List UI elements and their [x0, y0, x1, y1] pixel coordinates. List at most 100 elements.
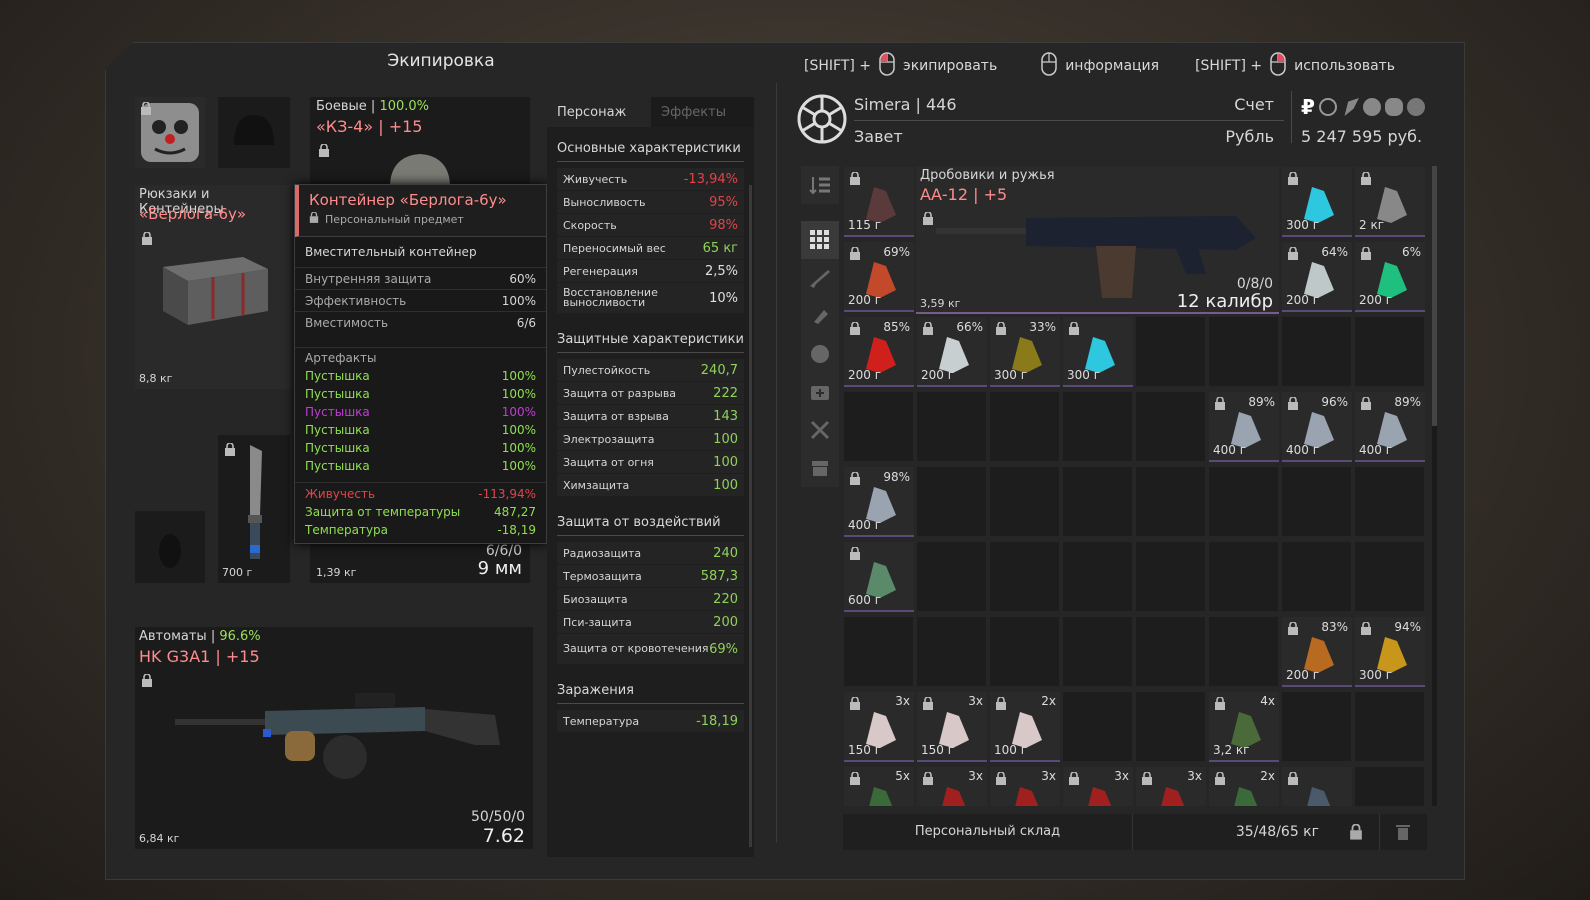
inventory-item[interactable]: 100 г 2x — [990, 692, 1060, 762]
inventory-item[interactable]: 2 кг — [1355, 167, 1425, 237]
grid-cell[interactable] — [916, 616, 987, 687]
grid-cell[interactable] — [1062, 616, 1133, 687]
grid-scrollbar-track[interactable] — [1432, 166, 1437, 806]
inventory-item[interactable]: 5x — [844, 767, 914, 806]
mask-slot[interactable] — [135, 97, 205, 168]
grid-cell[interactable] — [1208, 541, 1279, 612]
stat-row: Пси-защита 200 — [557, 611, 744, 633]
stat-value: 100% — [501, 405, 536, 419]
inventory-item[interactable]: 200 г 66% — [917, 317, 987, 387]
tooltip-artifacts: Пустышка 100% Пустышка 100% Пустышка 100% Пуст… — [295, 367, 546, 475]
rifle-caliber: 7.62 — [482, 825, 525, 847]
grid-cell[interactable] — [843, 391, 914, 462]
inventory-item[interactable]: 3,2 кг 4x — [1209, 692, 1279, 762]
stat-row: Восстановление выносливости 10% — [557, 283, 744, 313]
grid-scrollbar-thumb[interactable] — [1432, 166, 1437, 426]
armor-slot[interactable]: Боевые | 100.0% «КЗ-4» | +15 — [310, 97, 530, 185]
grid-cell[interactable] — [916, 391, 987, 462]
inventory-item[interactable]: 300 г 33% — [990, 317, 1060, 387]
grid-cell[interactable] — [1062, 691, 1133, 762]
inventory-item[interactable]: 300 г — [1063, 317, 1133, 387]
grid-cell[interactable] — [989, 391, 1060, 462]
grid-cell[interactable] — [1208, 466, 1279, 537]
inventory-item[interactable]: 200 г 64% — [1282, 242, 1352, 312]
rifle-slot[interactable]: Автоматы | 96.6% HK G3A1 | +15 50/50/0 7… — [135, 627, 533, 849]
inventory-item[interactable]: 600 г — [844, 542, 914, 612]
item-condition: 66% — [956, 320, 983, 334]
stats-scrollbar[interactable] — [749, 185, 752, 847]
inventory-item[interactable]: 200 г 69% — [844, 242, 914, 312]
grid-cell[interactable] — [1135, 466, 1206, 537]
inventory-item[interactable]: 200 г 85% — [844, 317, 914, 387]
grid-cell[interactable] — [1354, 541, 1425, 612]
grid-cell[interactable] — [1354, 466, 1425, 537]
grid-cell[interactable] — [1135, 691, 1206, 762]
grid-cell[interactable] — [1281, 316, 1352, 387]
inventory-item[interactable]: 150 г 3x — [917, 692, 987, 762]
inventory-item[interactable]: 400 г 89% — [1209, 392, 1279, 462]
grid-cell[interactable] — [989, 466, 1060, 537]
grid-cell[interactable] — [1062, 391, 1133, 462]
inventory-item[interactable]: 400 г 89% — [1355, 392, 1425, 462]
artifact-filter-icon[interactable] — [801, 335, 839, 373]
grid-cell[interactable] — [1135, 316, 1206, 387]
grid-cell[interactable] — [843, 616, 914, 687]
inventory-item[interactable]: 400 г 98% — [844, 467, 914, 537]
grid-cell[interactable] — [1062, 466, 1133, 537]
inventory-item[interactable] — [1282, 767, 1352, 806]
inventory-item[interactable]: 200 г 6% — [1355, 242, 1425, 312]
grenade-slot[interactable] — [135, 511, 205, 583]
stat-row: Пустышка 100% — [295, 439, 546, 457]
inventory-item[interactable]: 3x — [990, 767, 1060, 806]
grid-cell[interactable] — [1208, 616, 1279, 687]
grid-cell[interactable] — [916, 466, 987, 537]
tools-filter-icon[interactable] — [801, 411, 839, 449]
grid-cell[interactable] — [989, 541, 1060, 612]
misc-filter-icon[interactable] — [801, 449, 839, 487]
grid-cell[interactable] — [1135, 541, 1206, 612]
inventory-item[interactable]: 2x — [1209, 767, 1279, 806]
inventory-item[interactable]: 400 г 96% — [1282, 392, 1352, 462]
crystal-currency-icon[interactable] — [1384, 98, 1403, 116]
inventory-item[interactable]: 115 г — [844, 167, 914, 237]
lock-toggle-icon[interactable] — [1333, 824, 1379, 840]
grid-cell[interactable] — [1354, 316, 1425, 387]
grid-cell[interactable] — [916, 541, 987, 612]
medkit-filter-icon[interactable] — [801, 373, 839, 411]
inventory-item[interactable]: 300 г 94% — [1355, 617, 1425, 687]
grid-cell[interactable] — [1062, 541, 1133, 612]
grid-cell[interactable] — [1354, 691, 1425, 762]
container-slot[interactable]: Рюкзаки и Контейнеры «Берлога-6у» 8,8 кг — [135, 185, 293, 389]
knife-slot[interactable]: 700 г — [218, 435, 290, 583]
weapons-filter-icon[interactable] — [801, 259, 839, 297]
grid-cell[interactable] — [1281, 541, 1352, 612]
sort-icon[interactable] — [801, 166, 839, 204]
grid-cell[interactable] — [1354, 766, 1425, 806]
grid-cell[interactable] — [989, 616, 1060, 687]
grid-cell[interactable] — [1208, 316, 1279, 387]
leaf-currency-icon[interactable] — [1344, 98, 1359, 116]
gear-currency-icon[interactable] — [1318, 98, 1337, 116]
grid-cell[interactable] — [1135, 391, 1206, 462]
grid-view-icon[interactable] — [801, 221, 839, 259]
grid-cell[interactable] — [1281, 691, 1352, 762]
trash-icon[interactable] — [1379, 814, 1425, 850]
ruble-icon[interactable]: ₽ — [1301, 95, 1315, 119]
lock-icon — [849, 696, 861, 713]
ammo-filter-icon[interactable] — [801, 297, 839, 335]
inventory-item[interactable]: 3x — [917, 767, 987, 806]
flower-currency-icon[interactable] — [1362, 98, 1381, 116]
inventory-item[interactable]: 200 г 83% — [1282, 617, 1352, 687]
globe-currency-icon[interactable] — [1406, 98, 1425, 116]
helmet-slot[interactable] — [218, 97, 290, 168]
tab-character[interactable]: Персонаж — [547, 97, 651, 127]
shotgun-item[interactable]: Дробовики и ружья АА-12 | +5 0/8/0 12 ка… — [916, 166, 1279, 314]
inventory-item[interactable]: 150 г 3x — [844, 692, 914, 762]
tab-effects[interactable]: Эффекты — [651, 97, 754, 127]
personal-storage-label[interactable]: Персональный склад — [843, 814, 1133, 850]
grid-cell[interactable] — [1135, 616, 1206, 687]
inventory-item[interactable]: 3x — [1063, 767, 1133, 806]
grid-cell[interactable] — [1281, 466, 1352, 537]
inventory-item[interactable]: 300 г — [1282, 167, 1352, 237]
inventory-item[interactable]: 3x — [1136, 767, 1206, 806]
